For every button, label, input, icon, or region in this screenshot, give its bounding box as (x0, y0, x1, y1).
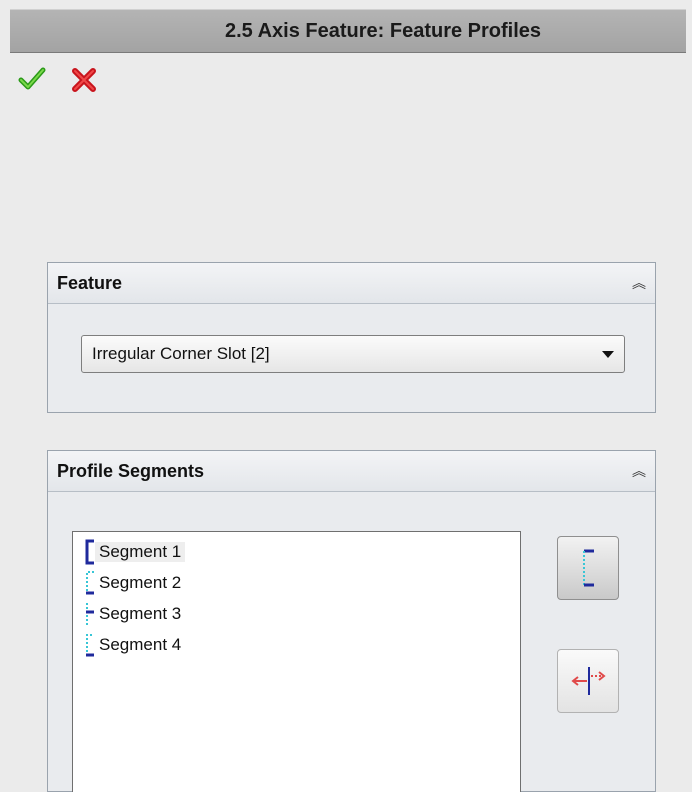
profile-segments-title: Profile Segments (57, 460, 205, 481)
list-item[interactable]: Segment 1 (83, 538, 186, 566)
segment-bracket-icon (86, 634, 94, 657)
cancel-button[interactable] (70, 66, 98, 94)
list-item[interactable]: Segment 4 (83, 631, 185, 659)
segment-bracket-icon (86, 603, 94, 625)
feature-group-title: Feature (57, 272, 123, 293)
segment-bracket-icon (85, 539, 94, 565)
direction-arrows-icon (571, 667, 606, 695)
direction-button[interactable] (557, 649, 619, 713)
checkmark-icon (18, 67, 46, 90)
segment-profile-icon (583, 549, 594, 587)
title-bar: 2.5 Axis Feature: Feature Profiles (10, 9, 686, 53)
segment-list[interactable]: Segment 1 Segment 2 Segment 3 Segment 4 (72, 531, 521, 792)
segment-profile-button[interactable] (557, 536, 619, 600)
collapse-icon[interactable]: ︽ (632, 273, 646, 293)
segment-bracket-icon (86, 571, 94, 595)
chevron-down-icon (602, 350, 614, 358)
feature-group-header: Feature ︽ (48, 263, 655, 304)
collapse-icon[interactable]: ︽ (632, 461, 646, 481)
list-item[interactable]: Segment 3 (83, 600, 185, 628)
feature-group: Feature ︽ Irregular Corner Slot [2] (47, 262, 656, 413)
window-title: 2.5 Axis Feature: Feature Profiles (224, 19, 542, 42)
feature-select-value: Irregular Corner Slot [2] (92, 344, 270, 363)
x-icon (72, 68, 96, 92)
list-item[interactable]: Segment 2 (83, 569, 185, 597)
profile-segments-group: Profile Segments ︽ Segment 1 Segment 2 S… (47, 450, 656, 792)
profile-segments-header: Profile Segments ︽ (48, 451, 655, 492)
ok-button[interactable] (18, 65, 46, 93)
feature-select[interactable]: Irregular Corner Slot [2] (81, 335, 625, 373)
